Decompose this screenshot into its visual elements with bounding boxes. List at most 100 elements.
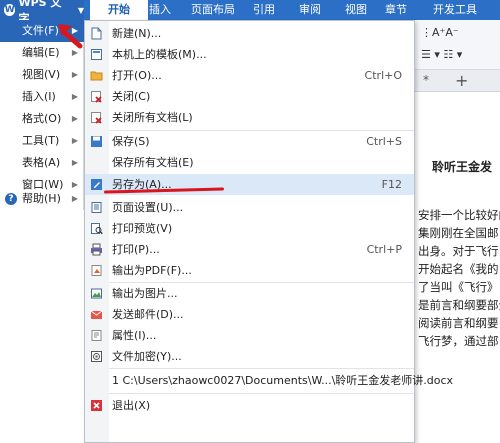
- document-line: 出身。对于飞行: [418, 244, 499, 258]
- close-all-icon: [91, 112, 102, 124]
- document-line: 是前言和纲要部分: [418, 298, 500, 312]
- side-menu-view[interactable]: 视图(V) ▶: [0, 64, 84, 86]
- tab-review[interactable]: 审阅: [290, 0, 330, 20]
- side-menu-table[interactable]: 表格(A) ▶: [0, 152, 84, 174]
- font-size-icon[interactable]: ⋮A⁺A⁻: [421, 26, 459, 39]
- menu-separator: [109, 368, 414, 369]
- help-icon: ?: [5, 193, 17, 205]
- menu-item-page-setup[interactable]: 页面设置(U)...: [85, 197, 414, 218]
- menu-item-export-pdf[interactable]: 输出为PDF(F)...: [85, 260, 414, 281]
- open-folder-icon: [90, 71, 103, 81]
- document-line: 开始起名《我的: [418, 262, 499, 276]
- tab-view[interactable]: 视图: [336, 0, 376, 20]
- document-title: 聆听王金发: [432, 160, 493, 174]
- export-pdf-icon: [91, 265, 102, 276]
- close-document-icon: [91, 91, 102, 103]
- menu-item-print[interactable]: 打印(P)... Ctrl+P: [85, 239, 414, 260]
- menu-item-label: 输出为PDF(F)...: [112, 264, 192, 277]
- annotation-arrow-icon: [58, 24, 83, 49]
- wps-app-menu-button[interactable]: W WPS 文字 ▼: [0, 0, 84, 25]
- menu-item-new[interactable]: 新建(N)...: [85, 23, 414, 44]
- menu-item-label: 保存(S): [112, 135, 150, 148]
- tab-references[interactable]: 引用: [246, 0, 282, 20]
- menu-item-recent-file[interactable]: 1 C:\Users\zhaowc0027\Documents\W...\聆听王…: [85, 370, 453, 391]
- menu-item-print-preview[interactable]: 打印预览(V): [85, 218, 414, 239]
- menu-item-label: 打印预览(V): [112, 222, 173, 235]
- side-menu-label: 视图(V): [22, 68, 61, 81]
- ribbon-tab-bar: W WPS 文字 ▼ 开始 插入 页面布局 引用 审阅 视图 章节 开发工具: [0, 0, 500, 25]
- menu-item-send-email[interactable]: 发送邮件(D)...: [85, 304, 414, 325]
- tab-insert[interactable]: 插入: [140, 0, 180, 20]
- document-line: 安排一个比较好的: [418, 208, 500, 222]
- menu-item-label: 关闭所有文档(L): [112, 111, 193, 124]
- chevron-right-icon: ▶: [71, 70, 78, 79]
- chevron-right-icon: ▶: [71, 194, 78, 203]
- document-tab-bar: * +: [415, 70, 500, 92]
- menu-item-save-all[interactable]: 保存所有文档(E): [85, 152, 414, 173]
- menu-item-exit[interactable]: 退出(X): [85, 395, 414, 416]
- email-icon: [90, 310, 103, 319]
- exit-icon: [91, 400, 102, 411]
- print-preview-icon: [91, 223, 103, 235]
- encrypt-icon: [91, 351, 102, 362]
- side-menu-label: 格式(O): [22, 112, 62, 125]
- menu-item-local-template[interactable]: 本机上的模板(M)...: [85, 44, 414, 65]
- tab-chapter[interactable]: 章节: [376, 0, 416, 20]
- side-menu-label: 插入(I): [22, 90, 56, 103]
- menu-item-export-image[interactable]: 输出为图片...: [85, 283, 414, 304]
- shortcut-label: Ctrl+S: [366, 135, 402, 148]
- new-document-icon: [91, 27, 102, 40]
- side-menu-label: 帮助(H): [22, 192, 61, 205]
- file-menu-dropdown: 新建(N)... 本机上的模板(M)... 打开(O)... Ctrl+O 关闭…: [84, 20, 453, 443]
- side-menu-background: [0, 210, 84, 443]
- chevron-right-icon: ▶: [71, 92, 78, 101]
- tab-page-layout[interactable]: 页面布局: [183, 0, 243, 20]
- list-icon[interactable]: ☰ ▾ ☷ ▾: [421, 48, 462, 61]
- menu-item-label: 新建(N)...: [112, 27, 162, 40]
- menu-item-close-all[interactable]: 关闭所有文档(L): [85, 107, 414, 128]
- menu-item-label: 打印(P)...: [112, 243, 160, 256]
- chevron-right-icon: ▶: [71, 114, 78, 123]
- chevron-down-icon: ▼: [77, 5, 84, 15]
- tab-developer[interactable]: 开发工具: [420, 0, 490, 20]
- document-line: 了当叫《飞行》: [418, 280, 499, 294]
- ribbon-toolbar: ⋮A⁺A⁻ ☰ ▾ ☷ ▾: [415, 20, 500, 70]
- side-menu-tools[interactable]: 工具(T) ▶: [0, 130, 84, 152]
- side-menu-label: 表格(A): [22, 156, 61, 169]
- menu-item-close[interactable]: 关闭(C): [85, 86, 414, 107]
- document-line: 集刚刚在全国邮: [418, 226, 499, 240]
- menu-item-open[interactable]: 打开(O)... Ctrl+O: [85, 65, 414, 86]
- side-menu-help[interactable]: ? 帮助(H) ▶: [0, 188, 84, 210]
- menu-item-label: 本机上的模板(M)...: [112, 48, 207, 61]
- menu-item-properties[interactable]: 属性(I)...: [85, 325, 414, 346]
- new-tab-icon[interactable]: +: [455, 71, 468, 90]
- menu-item-label: 发送邮件(D)...: [112, 308, 184, 321]
- menu-item-label: 打开(O)...: [112, 69, 162, 82]
- menu-item-label: 文件加密(Y)...: [112, 350, 182, 363]
- export-image-icon: [91, 288, 102, 299]
- side-menu-format[interactable]: 格式(O) ▶: [0, 108, 84, 130]
- template-icon: [91, 49, 102, 60]
- menu-item-label: 1 C:\Users\zhaowc0027\Documents\W...\聆听王…: [112, 374, 454, 387]
- menu-item-label: 属性(I)...: [112, 329, 157, 342]
- wps-logo-icon: W: [4, 4, 16, 16]
- side-menu-insert[interactable]: 插入(I) ▶: [0, 86, 84, 108]
- shortcut-label: Ctrl+P: [366, 243, 402, 256]
- page-setup-icon: [91, 202, 102, 213]
- shortcut-label: F12: [381, 178, 402, 191]
- unsaved-marker: *: [423, 73, 429, 87]
- menu-item-label: 退出(X): [112, 399, 151, 412]
- chevron-right-icon: ▶: [71, 158, 78, 167]
- printer-icon: [91, 243, 102, 256]
- menu-item-label: 保存所有文档(E): [112, 156, 194, 169]
- document-line: 阅读前言和纲要: [418, 316, 499, 330]
- side-menu-label: 工具(T): [22, 134, 60, 147]
- properties-icon: [91, 330, 102, 341]
- menu-item-label: 页面设置(U)...: [112, 201, 184, 214]
- shortcut-label: Ctrl+O: [364, 69, 402, 82]
- document-line: 飞行梦，通过部: [418, 334, 499, 348]
- menu-item-label: 关闭(C): [112, 90, 151, 103]
- menu-item-encrypt[interactable]: 文件加密(Y)...: [85, 346, 414, 367]
- menu-item-save[interactable]: 保存(S) Ctrl+S: [85, 131, 414, 152]
- menu-separator: [109, 393, 414, 394]
